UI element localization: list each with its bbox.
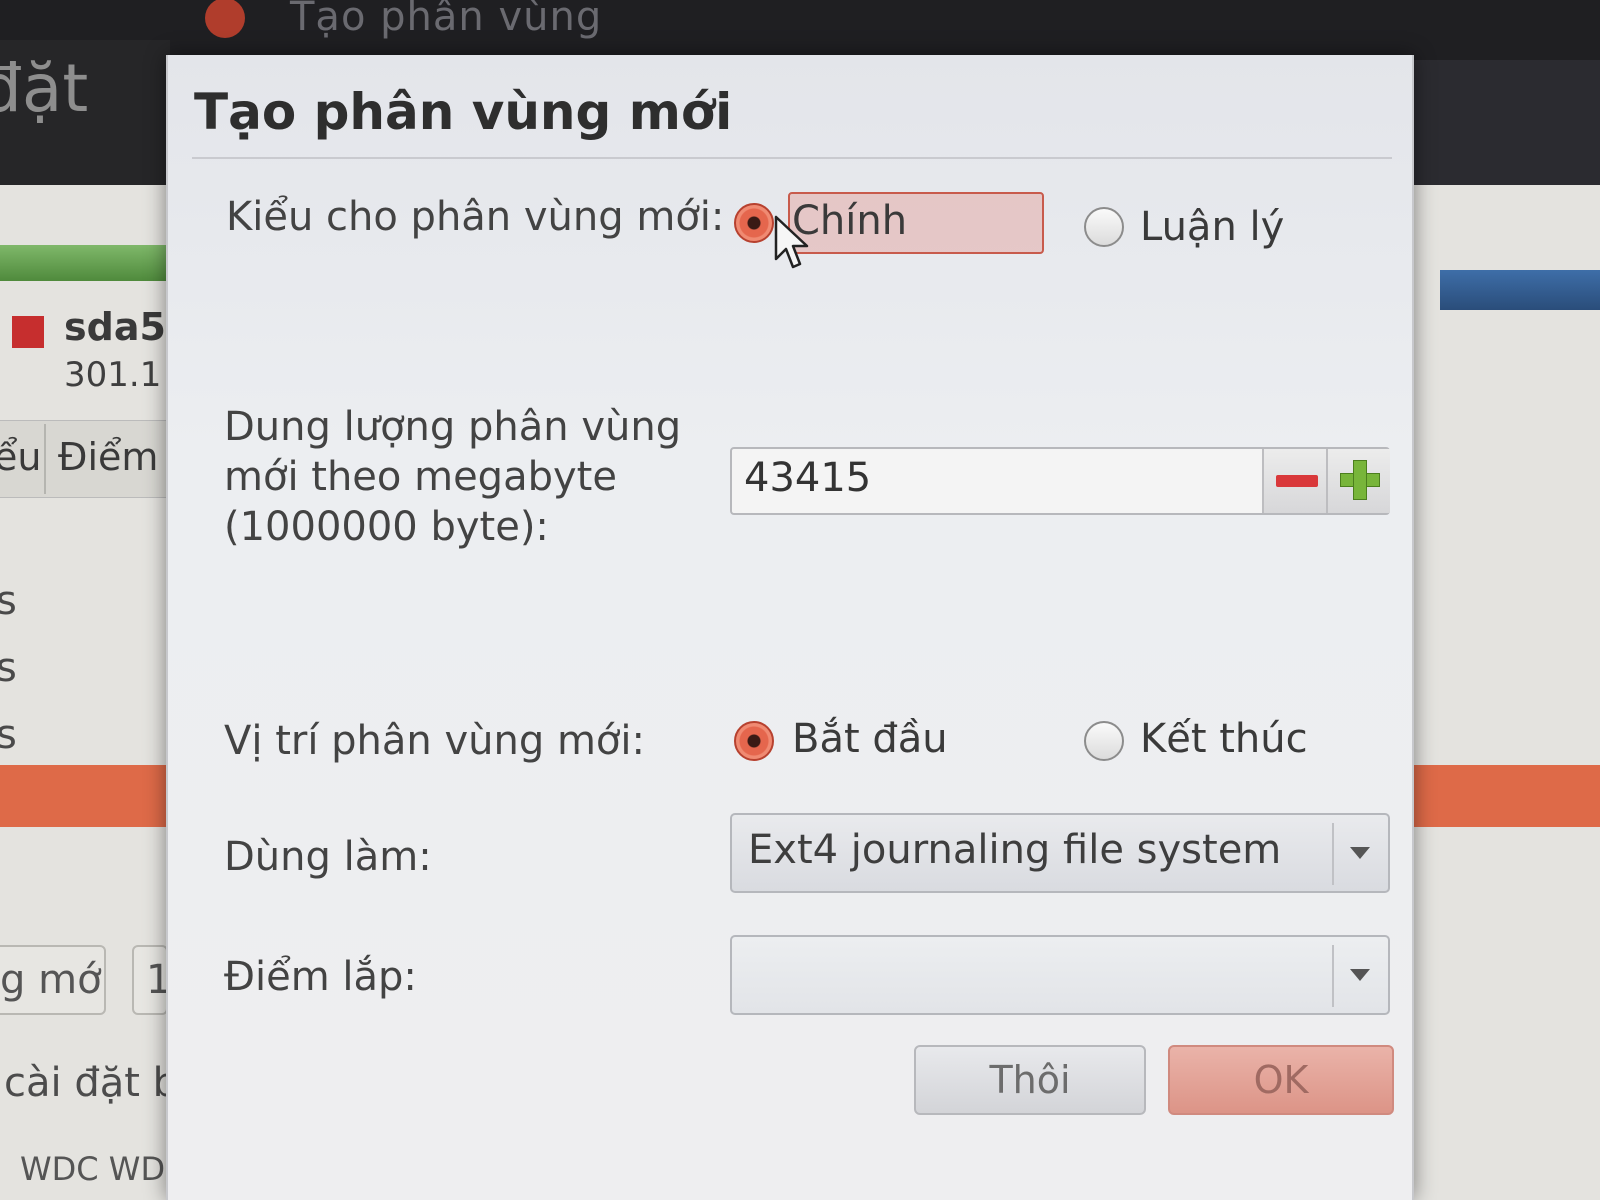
radio-start-label[interactable]: Bắt đầu — [792, 713, 948, 765]
dropdown-divider — [1332, 945, 1334, 1007]
partition-bar-blue — [1440, 270, 1600, 310]
bootloader-label: cài đặt b — [4, 1060, 179, 1106]
chevron-down-icon[interactable] — [1350, 969, 1370, 981]
mount-point-combo[interactable] — [730, 935, 1390, 1015]
size-label-line1: Dung lượng phân vùng — [224, 404, 682, 450]
decrement-button[interactable] — [1262, 449, 1326, 513]
size-input[interactable]: 43415 — [744, 455, 871, 501]
title-divider — [192, 157, 1392, 159]
use-as-label: Dùng làm: — [224, 834, 432, 880]
radio-logical[interactable] — [1084, 207, 1124, 247]
background-window-title: Tạo phân vùng — [290, 0, 603, 40]
minus-icon — [1276, 475, 1318, 487]
background-heading: đặt — [0, 50, 89, 127]
location-label: Vị trí phân vùng mới: — [224, 718, 645, 764]
size-spinbox[interactable]: 43415 — [730, 447, 1390, 515]
mouse-pointer-icon — [774, 215, 809, 269]
radio-primary[interactable] — [734, 203, 774, 243]
table-row[interactable]: s — [0, 712, 17, 758]
radio-end-label[interactable]: Kết thúc — [1140, 713, 1308, 765]
column-divider — [44, 424, 46, 494]
partition-color-swatch — [12, 316, 44, 348]
partition-size: 301.1 — [64, 355, 162, 395]
partition-bar-green — [0, 245, 170, 281]
filesystem-value: Ext4 journaling file system — [748, 827, 1282, 873]
new-partition-dialog: Tạo phân vùng mới Kiểu cho phân vùng mới… — [166, 55, 1414, 1200]
radio-end[interactable] — [1084, 721, 1124, 761]
mount-point-label: Điểm lắp: — [224, 954, 417, 1000]
dialog-title: Tạo phân vùng mới — [194, 83, 733, 141]
table-row[interactable]: s — [0, 645, 17, 691]
table-column-type[interactable]: ểu — [0, 435, 41, 479]
filesystem-dropdown[interactable]: Ext4 journaling file system — [730, 813, 1390, 893]
radio-logical-label[interactable]: Luận lý — [1140, 201, 1284, 253]
table-row[interactable]: s — [0, 578, 17, 624]
radio-start[interactable] — [734, 721, 774, 761]
size-label-line3: (1000000 byte): — [224, 504, 549, 550]
cancel-button[interactable]: Thôi — [914, 1045, 1146, 1115]
size-label-line2: mới theo megabyte — [224, 454, 617, 500]
ok-button[interactable]: OK — [1168, 1045, 1394, 1115]
dropdown-divider — [1332, 823, 1334, 885]
new-partition-button[interactable]: g mới — [0, 945, 106, 1015]
change-button[interactable]: 1 — [132, 945, 168, 1015]
table-column-mount[interactable]: Điểm — [58, 435, 158, 479]
partition-name: sda5 — [64, 305, 166, 349]
increment-button[interactable] — [1326, 449, 1390, 513]
chevron-down-icon[interactable] — [1350, 847, 1370, 859]
partition-type-label: Kiểu cho phân vùng mới: — [226, 194, 725, 240]
